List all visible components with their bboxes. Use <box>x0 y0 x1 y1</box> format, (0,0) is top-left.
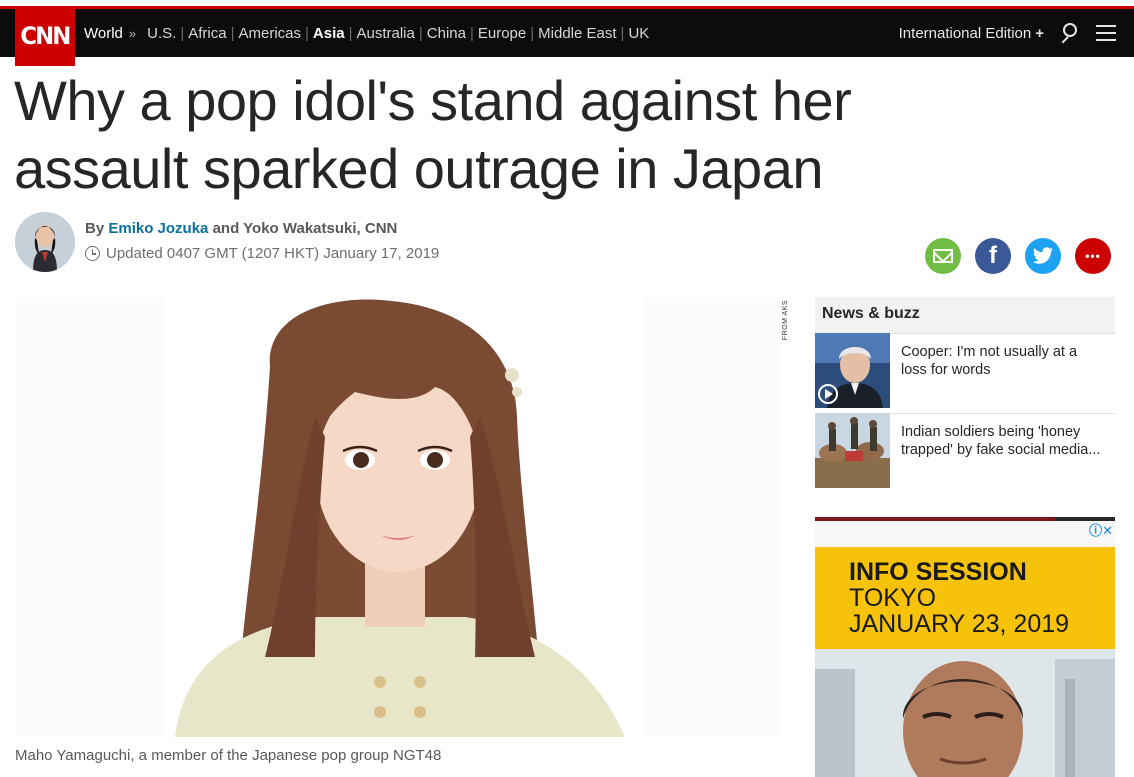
nav-link-asia[interactable]: Asia <box>309 25 349 42</box>
nav-section-world[interactable]: World <box>84 25 123 42</box>
nav-link-us[interactable]: U.S. <box>143 25 180 42</box>
hamburger-menu-icon[interactable] <box>1096 25 1116 41</box>
facebook-icon: f <box>989 242 997 269</box>
nav-link-africa[interactable]: Africa <box>184 25 230 42</box>
nav-link-europe[interactable]: Europe <box>474 25 530 42</box>
image-credit: FROM AKS <box>782 300 789 341</box>
ad-top-bar <box>815 517 1115 521</box>
nav-link-uk[interactable]: UK <box>624 25 653 42</box>
article-headline: Why a pop idol's stand against her assau… <box>14 69 852 200</box>
advertisement[interactable]: ⓘ✕ INFO SESSION TOKYO JANUARY 23, 2019 <box>815 517 1115 777</box>
news-headline[interactable]: Indian soldiers being 'honey trapped' by… <box>901 423 1106 459</box>
image-caption: Maho Yamaguchi, a member of the Japanese… <box>15 747 442 764</box>
clock-icon <box>85 246 100 261</box>
top-accent-strip <box>0 0 1134 9</box>
nav-link-australia[interactable]: Australia <box>353 25 419 42</box>
twitter-icon <box>1032 247 1053 264</box>
more-dots-icon: ••• <box>1085 249 1101 263</box>
cnn-logo[interactable]: CNN <box>15 6 75 66</box>
article-hero-image[interactable] <box>15 297 780 737</box>
author-2: Yoko Wakatsuki, CNN <box>243 220 398 237</box>
nav-right-tools: International Edition + <box>899 9 1116 57</box>
ad-line-1: INFO SESSION <box>849 558 1027 586</box>
plus-icon: + <box>1035 24 1044 42</box>
news-buzz-item[interactable]: Indian soldiers being 'honey trapped' by… <box>815 413 1115 489</box>
ad-photo <box>815 649 1115 777</box>
nav-link-americas[interactable]: Americas <box>234 25 305 42</box>
ad-line-3: JANUARY 23, 2019 <box>849 610 1070 638</box>
nav-separator: » <box>128 25 137 41</box>
facebook-share-button[interactable]: f <box>975 238 1011 274</box>
author-link-1[interactable]: Emiko Jozuka <box>108 220 208 237</box>
top-navigation: World » U.S. | Africa | Americas | Asia | Au… <box>0 9 1134 57</box>
edition-selector[interactable]: International Edition + <box>899 25 1044 42</box>
author-avatar[interactable] <box>15 212 75 272</box>
twitter-share-button[interactable] <box>1025 238 1061 274</box>
email-share-button[interactable] <box>925 238 961 274</box>
news-buzz-heading: News & buzz <box>815 297 1115 334</box>
news-headline[interactable]: Cooper: I'm not usually at a loss for wo… <box>901 343 1106 379</box>
nav-link-china[interactable]: China <box>423 25 470 42</box>
edition-label: International Edition <box>898 24 1032 42</box>
updated-timestamp: Updated 0407 GMT (1207 HKT) January 17, … <box>85 245 439 262</box>
ad-line-2: TOKYO <box>849 584 937 612</box>
news-thumbnail[interactable] <box>815 413 890 488</box>
byline: By Emiko Jozuka and Yoko Wakatsuki, CNN <box>85 220 397 237</box>
updated-text: Updated 0407 GMT (1207 HKT) January 17, … <box>106 245 440 262</box>
byline-prefix: By <box>85 220 105 237</box>
section-nav: World » U.S. | Africa | Americas | Asia | Au… <box>84 9 653 57</box>
email-icon <box>933 249 953 263</box>
ad-banner-band: INFO SESSION TOKYO JANUARY 23, 2019 <box>815 547 1115 649</box>
more-share-button[interactable]: ••• <box>1075 238 1111 274</box>
search-icon[interactable] <box>1058 22 1080 44</box>
byline-and: and <box>212 220 240 237</box>
nav-link-middle-east[interactable]: Middle East <box>534 25 620 42</box>
news-buzz-item[interactable]: Cooper: I'm not usually at a loss for wo… <box>815 333 1115 409</box>
news-thumbnail[interactable] <box>815 333 890 408</box>
ad-choices-icon[interactable]: ⓘ✕ <box>1089 520 1113 539</box>
